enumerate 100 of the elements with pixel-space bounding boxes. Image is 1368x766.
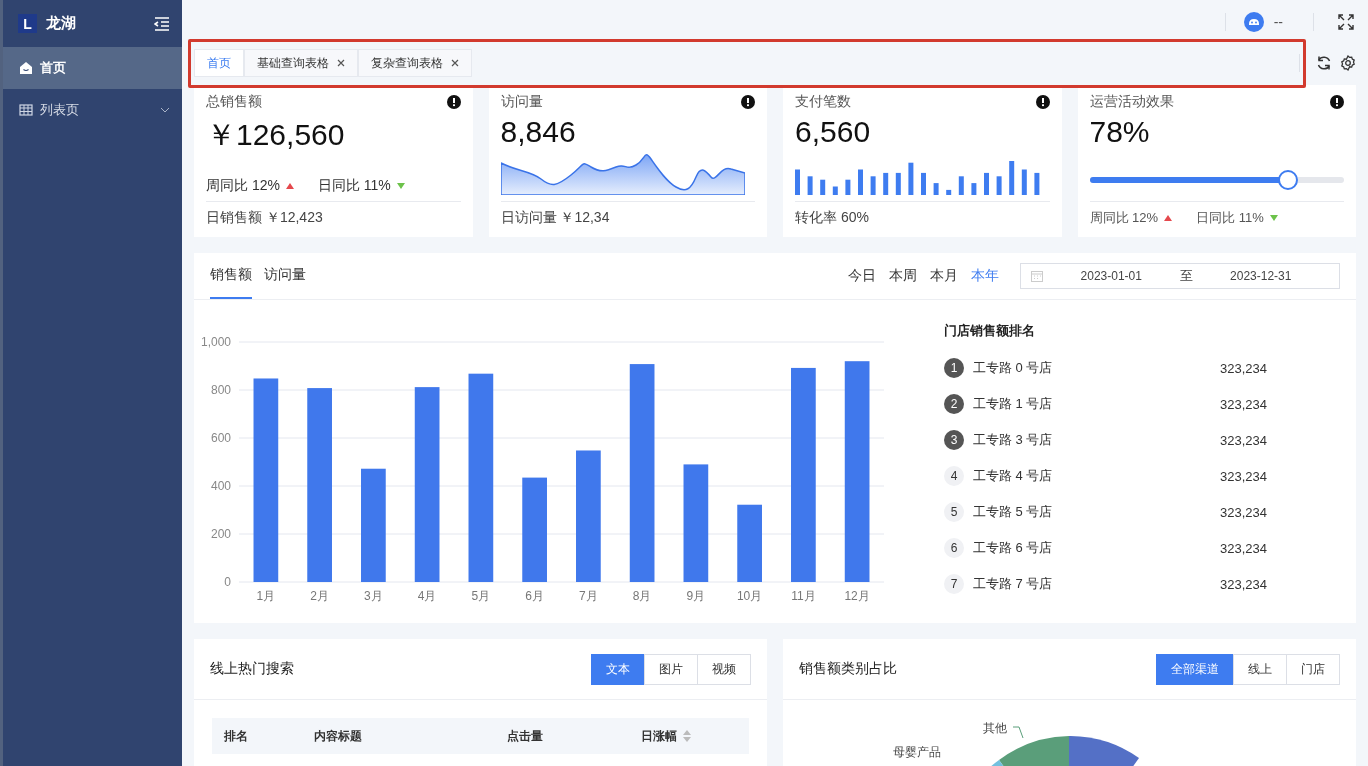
axis-label: 6月 — [525, 589, 544, 603]
stat-footer: 日销售额 ￥12,423 — [206, 209, 323, 225]
calendar-icon — [1031, 270, 1043, 282]
store-name: 工专路 6 号店 — [973, 539, 1054, 557]
segment-button[interactable]: 全部渠道 — [1156, 653, 1234, 685]
store-name: 工专路 4 号店 — [973, 467, 1054, 485]
stat-value: 8,846 — [500, 115, 577, 149]
fullscreen-icon[interactable] — [1338, 14, 1354, 30]
store-name: 工专路 3 号店 — [973, 431, 1054, 449]
card-title: 销售额类别占比 — [799, 660, 897, 678]
segment-button[interactable]: 线上 — [1233, 653, 1287, 685]
column-header[interactable]: 内容标题 — [314, 727, 362, 745]
axis-label: 9月 — [686, 589, 706, 603]
trend-text: 日同比 11% — [1196, 209, 1264, 227]
brand-name: 龙湖 — [46, 14, 77, 33]
axis-label: 8月 — [632, 589, 652, 603]
trend-text: 周同比 12% — [206, 177, 280, 195]
logo: L — [18, 14, 37, 33]
column-header[interactable]: 排名 — [224, 727, 248, 745]
axis-label: 2月 — [310, 589, 329, 603]
page-tab[interactable]: 复杂查询表格 — [358, 49, 472, 77]
axis-label: 12月 — [844, 589, 870, 603]
page-tab[interactable]: 基础查询表格 — [244, 49, 358, 77]
column-header[interactable]: 点击量 — [507, 727, 543, 745]
axis-label: 5月 — [471, 589, 491, 603]
store-sales: 323,234 — [1220, 468, 1267, 484]
axis-label: 400 — [210, 479, 231, 493]
stat-value: 78% — [1089, 115, 1151, 149]
ranking-title: 门店销售额排名 — [944, 322, 1036, 340]
stat-title: 支付笔数 — [795, 93, 851, 111]
axis-label: 4月 — [417, 589, 437, 603]
rank-badge: 2 — [944, 394, 964, 414]
nav-item[interactable]: 首页 — [3, 47, 182, 89]
progress-slider[interactable] — [1089, 170, 1344, 190]
table-icon — [19, 103, 33, 117]
menu-icon[interactable] — [154, 16, 170, 31]
page-tab[interactable]: 首页 — [194, 49, 244, 77]
rank-badge: 4 — [944, 466, 964, 486]
close-icon[interactable] — [451, 59, 459, 67]
stat-title: 运营活动效果 — [1089, 93, 1174, 111]
card-title: 线上热门搜索 — [210, 660, 294, 678]
refresh-icon[interactable] — [1316, 55, 1332, 71]
user-name[interactable]: -- — [1273, 14, 1283, 30]
stat-footer: 转化率 60% — [795, 209, 869, 225]
stat-value: 6,560 — [795, 115, 872, 149]
segment-button[interactable]: 图片 — [644, 653, 698, 685]
up-triangle-icon — [285, 183, 294, 189]
avatar-icon[interactable] — [1243, 12, 1264, 32]
column-header[interactable]: 日涨幅 — [641, 727, 677, 745]
store-name: 工专路 1 号店 — [973, 395, 1054, 413]
axis-label: 10月 — [736, 589, 763, 603]
axis-label: 1,000 — [200, 335, 231, 349]
rank-badge: 5 — [944, 502, 964, 522]
axis-label: 7月 — [579, 589, 598, 603]
store-name: 工专路 0 号店 — [973, 359, 1054, 377]
down-triangle-icon — [396, 183, 405, 189]
close-icon[interactable] — [337, 59, 345, 67]
store-sales: 323,234 — [1220, 360, 1267, 376]
range-link[interactable]: 今日 — [848, 267, 876, 285]
info-icon[interactable] — [1035, 95, 1050, 109]
nav-item[interactable]: 列表页 — [3, 89, 182, 131]
store-sales: 323,234 — [1220, 396, 1267, 412]
trend-text: 日同比 11% — [317, 177, 391, 195]
trend-text: 周同比 12% — [1089, 209, 1159, 227]
axis-label: 0 — [224, 575, 231, 589]
store-sales: 323,234 — [1220, 540, 1267, 556]
store-name: 工专路 5 号店 — [973, 503, 1054, 521]
axis-label: 800 — [210, 383, 231, 397]
pie-label: 母婴产品 — [893, 744, 941, 761]
info-icon[interactable] — [446, 95, 461, 109]
info-icon[interactable] — [741, 95, 755, 109]
store-sales: 323,234 — [1220, 576, 1267, 592]
date-range-field[interactable]: 2023-01-01 至 2023-12-31 — [1020, 263, 1340, 289]
axis-label: 11月 — [791, 589, 816, 603]
up-triangle-icon — [1164, 215, 1173, 221]
segment-button[interactable]: 门店 — [1286, 653, 1340, 685]
rank-badge: 1 — [944, 358, 964, 378]
settings-icon[interactable] — [1340, 55, 1356, 71]
home-icon — [19, 61, 33, 75]
rank-badge: 3 — [944, 430, 964, 450]
chart-tab[interactable]: 访问量 — [264, 253, 306, 299]
range-link[interactable]: 本年 — [971, 267, 999, 285]
segment-button[interactable]: 视频 — [697, 653, 751, 685]
info-icon[interactable] — [1330, 95, 1344, 109]
store-sales: 323,234 — [1220, 504, 1267, 520]
axis-label: 1月 — [256, 589, 276, 603]
range-link[interactable]: 本月 — [930, 267, 958, 285]
pie-label: 其他 — [983, 720, 1007, 737]
stat-value: ￥126,560 — [206, 117, 346, 153]
stat-title: 总销售额 — [206, 93, 262, 111]
chart-tab[interactable]: 销售额 — [210, 253, 252, 299]
rank-badge: 6 — [944, 538, 964, 558]
rank-badge: 7 — [944, 574, 964, 594]
stat-title: 访问量 — [500, 93, 543, 111]
axis-label: 200 — [210, 527, 231, 541]
segment-button[interactable]: 文本 — [591, 653, 645, 685]
axis-label: 600 — [210, 431, 231, 445]
store-sales: 323,234 — [1220, 432, 1267, 448]
down-triangle-icon — [1269, 215, 1278, 221]
range-link[interactable]: 本周 — [889, 267, 917, 285]
